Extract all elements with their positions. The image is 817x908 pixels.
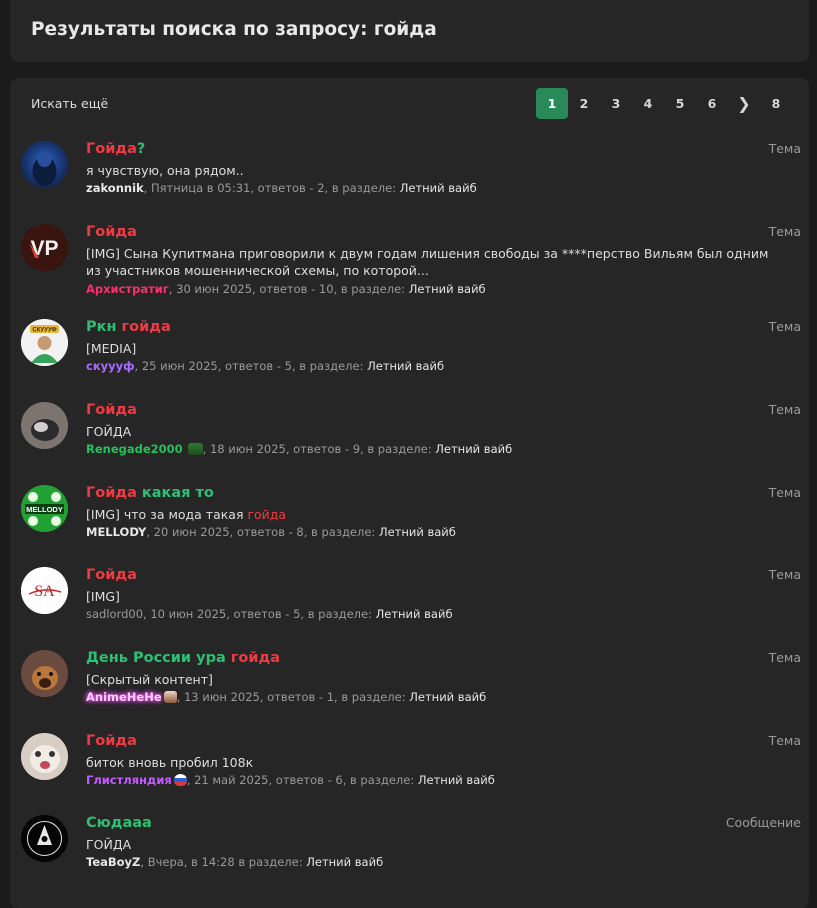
search-result: MELLODY Гойда какая то Тема [IMG] что за… — [10, 485, 809, 565]
result-kind-label: Тема — [768, 402, 801, 417]
page-1-button[interactable]: 1 — [536, 88, 568, 119]
result-meta: zakonnik, Пятница в 05:31, ответов - 2, … — [86, 181, 477, 195]
username-link[interactable]: TeaBoyZ — [86, 855, 140, 869]
result-kind-label: Тема — [768, 141, 801, 156]
search-result: День России ура гойда Тема [Скрытый конт… — [10, 650, 809, 730]
section-link[interactable]: Летний вайб — [376, 607, 453, 621]
result-kind-label: Сообщение — [725, 815, 801, 830]
result-snippet: [IMG] Сына Купитмана приговорили к двум … — [86, 246, 769, 278]
section-link[interactable]: Летний вайб — [435, 442, 512, 456]
page-header: Результаты поиска по запросу: гойда — [10, 0, 809, 62]
result-title-link[interactable]: Сюдааа — [86, 815, 152, 831]
username-link[interactable]: Архистратиг — [86, 282, 169, 296]
avatar[interactable] — [21, 650, 68, 697]
result-snippet: [IMG] — [86, 589, 120, 604]
search-result: VP Гойда Тема [IMG] Сына Купитмана приго… — [10, 224, 809, 304]
username-link[interactable]: MELLODY — [86, 525, 146, 539]
result-title-link[interactable]: Гойда какая то — [86, 485, 214, 501]
result-title-link[interactable]: Ркн гойда — [86, 319, 171, 335]
result-title-link[interactable]: День России ура гойда — [86, 650, 280, 666]
page-6-button[interactable]: 6 — [696, 88, 728, 119]
anime-girl-icon — [163, 691, 177, 703]
result-title-link[interactable]: Гойда? — [86, 141, 145, 157]
search-result: Гойда? Тема я чувствую, она рядом.. zako… — [10, 141, 809, 221]
avatar[interactable] — [21, 733, 68, 780]
avatar[interactable]: MELLODY — [21, 485, 68, 532]
result-kind-label: Тема — [768, 224, 801, 239]
result-title-link[interactable]: Гойда — [86, 224, 137, 240]
search-result: Гойда Тема ГОЙДА Renegade2000, 18 июн 20… — [10, 402, 809, 482]
result-meta: Архистратиг, 30 июн 2025, ответов - 10, … — [86, 282, 486, 296]
search-results-panel: Искать ещё 1 2 3 4 5 6 ❯ 8 Гойда? Тема я… — [10, 78, 809, 908]
page-2-button[interactable]: 2 — [568, 88, 600, 119]
section-link[interactable]: Летний вайб — [409, 282, 486, 296]
result-snippet: [IMG] что за мода такая гойда — [86, 507, 287, 522]
page-4-button[interactable]: 4 — [632, 88, 664, 119]
section-link[interactable]: Летний вайб — [367, 359, 444, 373]
result-title-link[interactable]: Гойда — [86, 567, 137, 583]
search-result: Сюдааа Сообщение ГОЙДА TeaBoyZ, Вчера, в… — [10, 815, 809, 895]
svg-text:MELLODY: MELLODY — [26, 505, 63, 514]
search-result: СКУУУФ Ркн гойда Тема [MEDIA] скуууф, 25… — [10, 319, 809, 399]
svg-text:SA: SA — [34, 583, 55, 600]
leaf-icon — [187, 443, 203, 455]
result-kind-label: Тема — [768, 567, 801, 582]
result-title-link[interactable]: Гойда — [86, 402, 137, 418]
result-kind-label: Тема — [768, 485, 801, 500]
result-snippet: я чувствую, она рядом.. — [86, 163, 244, 178]
username-link[interactable]: Глистляндия — [86, 773, 172, 787]
section-link[interactable]: Летний вайб — [400, 181, 477, 195]
result-title-link[interactable]: Гойда — [86, 733, 137, 749]
result-kind-label: Тема — [768, 319, 801, 334]
result-snippet: [MEDIA] — [86, 341, 137, 356]
chevron-right-icon[interactable]: ❯ — [728, 88, 760, 119]
result-meta: MELLODY, 20 июн 2025, ответов - 8, в раз… — [86, 525, 456, 539]
page-5-button[interactable]: 5 — [664, 88, 696, 119]
result-meta: TeaBoyZ, Вчера, в 14:28 в разделе: Летни… — [86, 855, 384, 869]
result-kind-label: Тема — [768, 733, 801, 748]
result-kind-label: Тема — [768, 650, 801, 665]
page-8-button[interactable]: 8 — [760, 88, 792, 119]
heart-flag-icon — [173, 774, 187, 786]
result-snippet: [Скрытый контент] — [86, 672, 213, 687]
section-link[interactable]: Летний вайб — [418, 773, 495, 787]
result-meta: Renegade2000, 18 июн 2025, ответов - 9, … — [86, 442, 513, 456]
avatar[interactable] — [21, 402, 68, 449]
avatar[interactable]: SA — [21, 567, 68, 614]
avatar[interactable]: СКУУУФ — [21, 319, 68, 366]
avatar[interactable] — [21, 141, 68, 188]
search-more-link[interactable]: Искать ещё — [31, 96, 108, 111]
search-result: SA Гойда Тема [IMG] sadlord00, 10 июн 20… — [10, 567, 809, 647]
username-link[interactable]: sadlord00 — [86, 607, 143, 621]
result-meta: скуууф, 25 июн 2025, ответов - 5, в разд… — [86, 359, 445, 373]
svg-text:СКУУУФ: СКУУУФ — [32, 328, 56, 334]
username-link[interactable]: Renegade2000 — [86, 442, 183, 456]
section-link[interactable]: Летний вайб — [379, 525, 456, 539]
page-title: Результаты поиска по запросу: гойда — [31, 19, 437, 40]
username-link[interactable]: zakonnik — [86, 181, 144, 195]
avatar[interactable]: VP — [21, 224, 68, 271]
result-snippet: биток вновь пробил 108к — [86, 755, 254, 770]
avatar[interactable] — [21, 815, 68, 862]
result-meta: sadlord00, 10 июн 2025, ответов - 5, в р… — [86, 607, 453, 621]
username-link[interactable]: скуууф — [86, 359, 135, 373]
pagination: 1 2 3 4 5 6 ❯ 8 — [536, 88, 792, 119]
result-snippet: ГОЙДА — [86, 837, 132, 852]
page-3-button[interactable]: 3 — [600, 88, 632, 119]
username-link[interactable]: AnimeHeHe — [86, 690, 162, 704]
result-snippet: ГОЙДА — [86, 424, 132, 439]
search-result: Гойда Тема биток вновь пробил 108к Глист… — [10, 733, 809, 813]
section-link[interactable]: Летний вайб — [409, 690, 486, 704]
result-meta: AnimeHeHe, 13 июн 2025, ответов - 1, в р… — [86, 690, 487, 704]
result-meta: Глистляндия, 21 май 2025, ответов - 6, в… — [86, 773, 495, 787]
section-link[interactable]: Летний вайб — [306, 855, 383, 869]
